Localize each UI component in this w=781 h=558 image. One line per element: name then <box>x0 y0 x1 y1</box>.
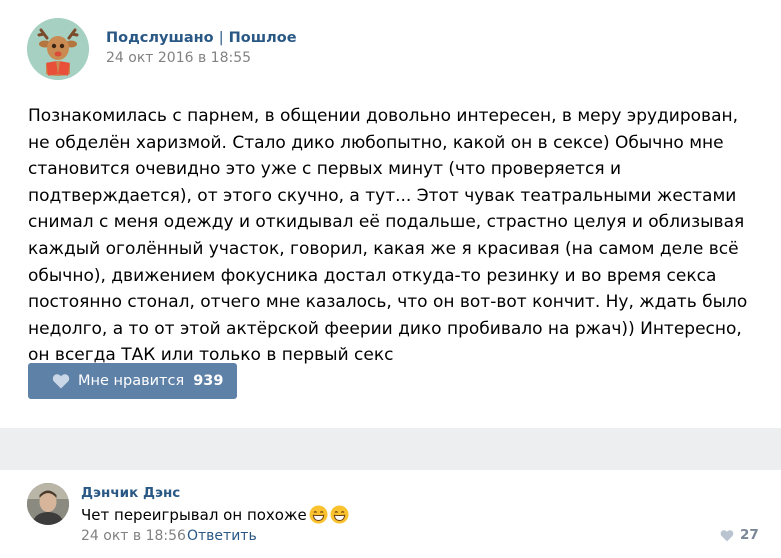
post-date[interactable]: 24 окт 2016 в 18:55 <box>106 50 251 66</box>
heart-icon <box>52 373 70 389</box>
comment-author-link[interactable]: Дэнчик Дэнс <box>81 485 180 501</box>
comment: Дэнчик Дэнс Чет переигрывал он похоже 24… <box>0 470 781 558</box>
grinning-face-icon <box>309 505 328 524</box>
comment-text: Чет переигрывал он похоже <box>81 505 349 524</box>
comment-date[interactable]: 24 окт в 18:56 <box>81 528 186 544</box>
like-label: Мне нравится <box>78 373 185 389</box>
reply-link[interactable]: Ответить <box>187 528 257 544</box>
comment-body: Чет переигрывал он похоже <box>81 505 307 524</box>
group-name[interactable]: Подслушано <box>106 30 214 46</box>
deer-logo-icon <box>27 18 89 80</box>
heart-icon <box>720 529 734 542</box>
commenter-avatar[interactable] <box>27 483 69 525</box>
group-category[interactable]: Пошлое <box>229 30 297 46</box>
comment-like-count: 27 <box>740 527 759 543</box>
post-text: Познакомилась с парнем, в общении доволь… <box>28 106 748 366</box>
grinning-face-icon <box>330 505 349 524</box>
comment-like-button[interactable]: 27 <box>720 527 759 543</box>
wall-post: Подслушано | Пошлое 24 окт 2016 в 18:55 … <box>0 0 781 428</box>
like-button[interactable]: Мне нравится 939 <box>28 363 237 399</box>
post-divider <box>0 428 781 470</box>
group-name-link[interactable]: Подслушано | Пошлое <box>106 30 297 46</box>
name-separator: | <box>218 30 224 46</box>
user-photo-icon <box>27 483 69 525</box>
like-count: 939 <box>193 373 224 389</box>
group-avatar[interactable] <box>27 18 89 80</box>
